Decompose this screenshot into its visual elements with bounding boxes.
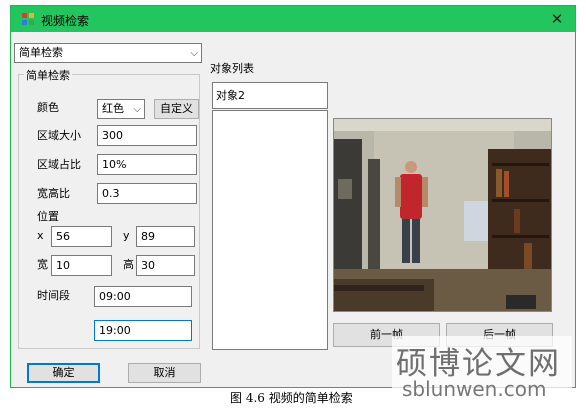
search-mode-value: 简单检索	[19, 46, 63, 59]
position-label: 位置	[37, 210, 59, 223]
title-bar: 视频检索 ✕	[11, 6, 575, 32]
area-ratio-label: 区域占比	[37, 158, 81, 171]
height-input[interactable]: 30	[136, 255, 195, 276]
watermark-url: sblunwen.com	[402, 377, 547, 401]
chevron-down-icon: ⌵	[190, 48, 198, 59]
time-end-input[interactable]: 19:00	[94, 320, 192, 341]
y-label: y	[123, 229, 130, 242]
width-input[interactable]: 10	[51, 255, 112, 276]
video-scene-image	[334, 119, 551, 311]
height-label: 高	[123, 258, 134, 271]
close-icon[interactable]: ✕	[547, 9, 567, 29]
object-list[interactable]	[212, 110, 328, 350]
aspect-ratio-label: 宽高比	[37, 187, 70, 200]
color-select[interactable]: 红色 ⌵	[97, 99, 145, 119]
group-title: 简单检索	[24, 67, 72, 83]
x-label: x	[37, 229, 44, 242]
x-input[interactable]: 56	[51, 226, 112, 247]
object-list-title: 对象列表	[210, 62, 254, 75]
video-frame	[333, 118, 552, 312]
color-label: 颜色	[37, 101, 59, 114]
area-ratio-input[interactable]: 10%	[97, 154, 197, 175]
ok-button[interactable]: 确定	[27, 363, 100, 383]
time-range-label: 时间段	[37, 289, 70, 302]
aspect-ratio-input[interactable]: 0.3	[97, 183, 197, 204]
app-palette-icon	[22, 13, 34, 25]
area-size-label: 区域大小	[37, 129, 81, 142]
area-size-input[interactable]: 300	[97, 125, 197, 146]
y-input[interactable]: 89	[136, 226, 195, 247]
search-mode-select[interactable]: 简单检索 ⌵	[14, 43, 202, 63]
window-title: 视频检索	[41, 14, 90, 28]
custom-color-button[interactable]: 自定义	[154, 99, 199, 119]
figure-caption: 图 4.6 视频的简单检索	[230, 391, 353, 405]
chevron-down-icon: ⌵	[133, 104, 141, 115]
cancel-button[interactable]: 取消	[128, 363, 201, 383]
object-list-item[interactable]: 对象2	[212, 82, 328, 109]
width-label: 宽	[37, 258, 48, 271]
color-value: 红色	[102, 102, 124, 115]
time-start-input[interactable]: 09:00	[94, 286, 192, 307]
